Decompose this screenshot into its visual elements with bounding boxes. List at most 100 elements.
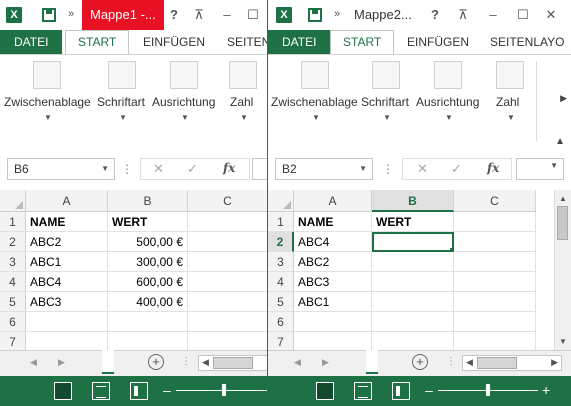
cell-c3[interactable] [454,252,536,272]
chevron-down-icon[interactable]: ▼ [240,113,248,122]
zoom-out-icon[interactable]: – [163,381,171,399]
enter-icon[interactable]: ✓ [451,161,462,177]
font-icon[interactable] [108,61,136,89]
chevron-down-icon[interactable]: ▼ [44,113,52,122]
number-format-icon[interactable] [229,61,257,89]
row-header[interactable]: 7 [0,332,26,352]
cell-a6[interactable] [26,312,108,332]
tab-page-layout[interactable]: SEITENL [227,30,268,54]
cell-b6[interactable] [372,312,454,332]
quick-access-more-icon[interactable]: » [68,8,74,20]
scroll-right-icon[interactable]: ▶ [551,357,558,368]
cell-a1[interactable]: NAME [294,212,372,232]
chevron-down-icon[interactable]: ▼ [359,159,367,179]
select-all-corner[interactable] [0,190,26,212]
cell-c7[interactable] [454,332,536,352]
excel-icon[interactable]: X [6,7,22,23]
chevron-down-icon[interactable]: ▼ [507,113,515,122]
tab-insert[interactable]: EINFÜGEN [407,30,469,54]
ribbon-scroll-right-icon[interactable]: ▶ [560,93,567,104]
maximize-icon[interactable]: ☐ [514,5,532,25]
cell-a5[interactable]: ABC3 [26,292,108,312]
clipboard-icon[interactable] [301,61,329,89]
sheet-tab[interactable] [102,350,114,374]
row-header[interactable]: 2 [268,232,294,252]
cell-c1[interactable] [188,212,268,232]
ribbon-group-number[interactable]: Zahl [230,95,253,109]
alignment-icon[interactable] [170,61,198,89]
cell-c4[interactable] [188,272,268,292]
help-icon[interactable]: ? [165,5,183,25]
name-box[interactable]: B2 ▼ [275,158,373,180]
cell-b2[interactable]: 500,00 € [108,232,188,252]
column-header-a[interactable]: A [294,190,372,212]
cell-b6[interactable] [108,312,188,332]
page-break-view-icon[interactable] [392,382,410,400]
cell-c1[interactable] [454,212,536,232]
insert-function-icon[interactable]: fx [487,161,499,175]
scrollbar-thumb[interactable] [557,206,568,240]
row-header[interactable]: 3 [268,252,294,272]
zoom-slider-knob[interactable] [222,384,226,396]
cell-b2[interactable] [372,232,454,252]
tab-file[interactable]: DATEI [268,30,331,54]
cancel-icon[interactable]: ✕ [153,161,164,177]
ribbon-group-font[interactable]: Schriftart [361,95,409,109]
save-icon[interactable] [308,8,322,22]
scrollbar-thumb[interactable] [213,357,253,369]
ribbon-group-alignment[interactable]: Ausrichtung [416,95,479,109]
ribbon-group-alignment[interactable]: Ausrichtung [152,95,215,109]
scroll-left-icon[interactable]: ◀ [466,357,473,368]
column-header-b[interactable]: B [372,190,454,212]
column-header-b[interactable]: B [108,190,188,212]
zoom-in-icon[interactable]: + [542,381,550,399]
save-icon[interactable] [42,8,56,22]
chevron-down-icon[interactable]: ▼ [550,161,558,170]
sheet-tab[interactable] [366,350,378,374]
cell-c2[interactable] [454,232,536,252]
excel-window-mappe2[interactable]: X » Mappe2... ? ⊼ – ☐ ✕ DATEI START EINF… [268,0,571,406]
cell-c6[interactable] [454,312,536,332]
sheet-nav-prev-icon[interactable]: ◀ [294,357,301,368]
cell-c5[interactable] [454,292,536,312]
ribbon-display-icon[interactable]: ⊼ [454,5,472,25]
row-header[interactable]: 4 [268,272,294,292]
row-header[interactable]: 7 [268,332,294,352]
column-header-c[interactable]: C [454,190,536,212]
zoom-slider[interactable] [438,384,538,396]
scroll-up-icon[interactable]: ▲ [559,194,567,203]
cell-c2[interactable] [188,232,268,252]
ribbon-group-font[interactable]: Schriftart [97,95,145,109]
cell-b3[interactable] [372,252,454,272]
cell-a2[interactable]: ABC2 [26,232,108,252]
maximize-icon[interactable]: ☐ [244,5,262,25]
font-icon[interactable] [372,61,400,89]
excel-icon[interactable]: X [276,7,292,23]
cell-a7[interactable] [294,332,372,352]
cell-b7[interactable] [108,332,188,352]
ribbon-group-clipboard[interactable]: Zwischenablage [271,95,358,109]
horizontal-scrollbar[interactable]: ◀ [198,355,268,371]
chevron-down-icon[interactable]: ▼ [383,113,391,122]
number-format-icon[interactable] [496,61,524,89]
normal-view-icon[interactable] [316,382,334,400]
row-header[interactable]: 3 [0,252,26,272]
title-bar[interactable]: X » Mappe1 -... ? ⊼ – ☐ [0,0,268,30]
ribbon-group-number[interactable]: Zahl [496,95,519,109]
cell-b3[interactable]: 300,00 € [108,252,188,272]
cell-c5[interactable] [188,292,268,312]
row-header[interactable]: 5 [268,292,294,312]
cell-b1[interactable]: WERT [108,212,188,232]
add-sheet-icon[interactable]: + [412,354,428,370]
formula-input[interactable]: ▼ [516,158,564,180]
tab-page-layout[interactable]: SEITENLAYO [490,30,564,54]
chevron-down-icon[interactable]: ▼ [119,113,127,122]
page-break-view-icon[interactable] [130,382,148,400]
tab-start[interactable]: START [330,30,395,55]
close-icon[interactable]: ✕ [542,5,560,25]
cell-a3[interactable]: ABC1 [26,252,108,272]
chevron-down-icon[interactable]: ▼ [312,113,320,122]
alignment-icon[interactable] [434,61,462,89]
help-icon[interactable]: ? [426,5,444,25]
insert-function-icon[interactable]: fx [223,161,235,175]
